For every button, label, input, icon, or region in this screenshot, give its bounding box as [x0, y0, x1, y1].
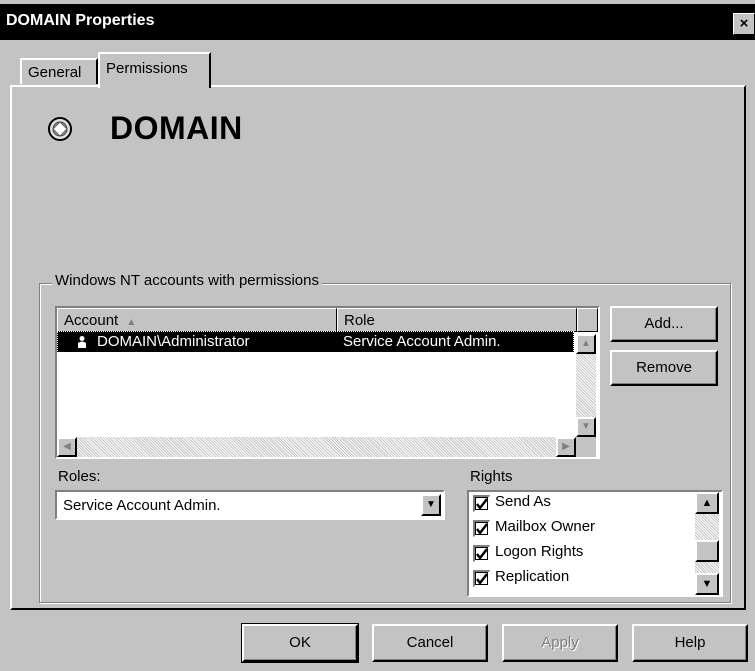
checkbox[interactable]	[473, 545, 490, 562]
ok-button[interactable]: OK	[241, 623, 359, 663]
row-account-cell: DOMAIN\Administrator	[97, 333, 250, 350]
permissions-group-label: Windows NT accounts with permissions	[52, 272, 322, 289]
accounts-list[interactable]: Account ▲ Role DOMAIN\Administrator Serv…	[55, 306, 600, 459]
scroll-thumb[interactable]	[695, 540, 719, 562]
rights-item-send-as[interactable]: Send As	[473, 492, 693, 518]
row-role-cell: Service Account Admin.	[343, 333, 501, 350]
check-icon	[476, 498, 488, 511]
rights-item-replication[interactable]: Replication	[473, 567, 693, 593]
rights-scrollbar[interactable]: ▲ ▼	[695, 492, 719, 595]
checkbox[interactable]	[473, 520, 490, 537]
rights-label: Rights	[470, 468, 513, 485]
remove-button[interactable]: Remove	[610, 350, 718, 386]
table-row[interactable]: DOMAIN\Administrator Service Account Adm…	[57, 332, 574, 352]
apply-button[interactable]: Apply	[502, 624, 618, 662]
column-header-account[interactable]: Account ▲	[57, 308, 337, 332]
scroll-up-icon[interactable]: ▲	[695, 492, 719, 514]
rights-item-logon-rights[interactable]: Logon Rights	[473, 542, 693, 568]
scroll-down-icon[interactable]: ▼	[576, 417, 596, 437]
rights-item-mailbox-owner[interactable]: Mailbox Owner	[473, 517, 693, 543]
help-button[interactable]: Help	[632, 624, 748, 662]
permissions-group-label-text: Windows NT accounts with permissions	[55, 272, 319, 289]
close-button[interactable]: ×	[733, 13, 755, 35]
title-bar: DOMAIN Properties ×	[0, 4, 755, 40]
checkbox[interactable]	[473, 570, 490, 587]
properties-dialog: DOMAIN Properties × General Permissions …	[0, 0, 755, 671]
domain-globe-icon	[48, 117, 72, 141]
check-icon	[476, 523, 488, 536]
roles-label: Roles:	[58, 468, 101, 485]
tab-permissions[interactable]: Permissions	[98, 52, 211, 88]
object-title: DOMAIN	[110, 110, 243, 146]
scroll-down-icon[interactable]: ▼	[695, 573, 719, 595]
accounts-vertical-scrollbar[interactable]: ▲ ▼	[576, 334, 596, 437]
right-label: Send As	[495, 493, 551, 510]
account-header-label: Account	[64, 312, 119, 329]
roles-selected-value: Service Account Admin.	[63, 497, 221, 514]
cancel-button[interactable]: Cancel	[372, 624, 488, 662]
chevron-down-icon[interactable]: ▼	[421, 494, 441, 516]
checkbox[interactable]	[473, 495, 490, 512]
tab-general[interactable]: General	[20, 58, 98, 84]
scroll-right-icon[interactable]: ▶	[556, 437, 576, 457]
roles-dropdown[interactable]: Service Account Admin. ▼	[55, 490, 445, 520]
scroll-left-icon[interactable]: ◀	[57, 437, 77, 457]
window-title: DOMAIN Properties	[6, 12, 155, 29]
right-label: Mailbox Owner	[495, 518, 596, 535]
user-icon	[78, 336, 86, 348]
rights-list[interactable]: Send As Mailbox Owner Logon Rights Repli…	[467, 490, 723, 597]
right-label: Logon Rights	[495, 543, 584, 560]
column-header-filler	[577, 308, 598, 332]
check-icon	[476, 573, 488, 586]
column-header-role[interactable]: Role	[337, 308, 577, 332]
right-label: Replication	[495, 568, 570, 585]
scrollbar-corner	[576, 437, 596, 457]
sort-ascending-icon: ▲	[126, 317, 137, 328]
scroll-up-icon[interactable]: ▲	[576, 334, 596, 354]
accounts-horizontal-scrollbar[interactable]: ◀ ▶	[57, 437, 576, 457]
check-icon	[476, 548, 488, 561]
add-button[interactable]: Add...	[610, 306, 718, 342]
